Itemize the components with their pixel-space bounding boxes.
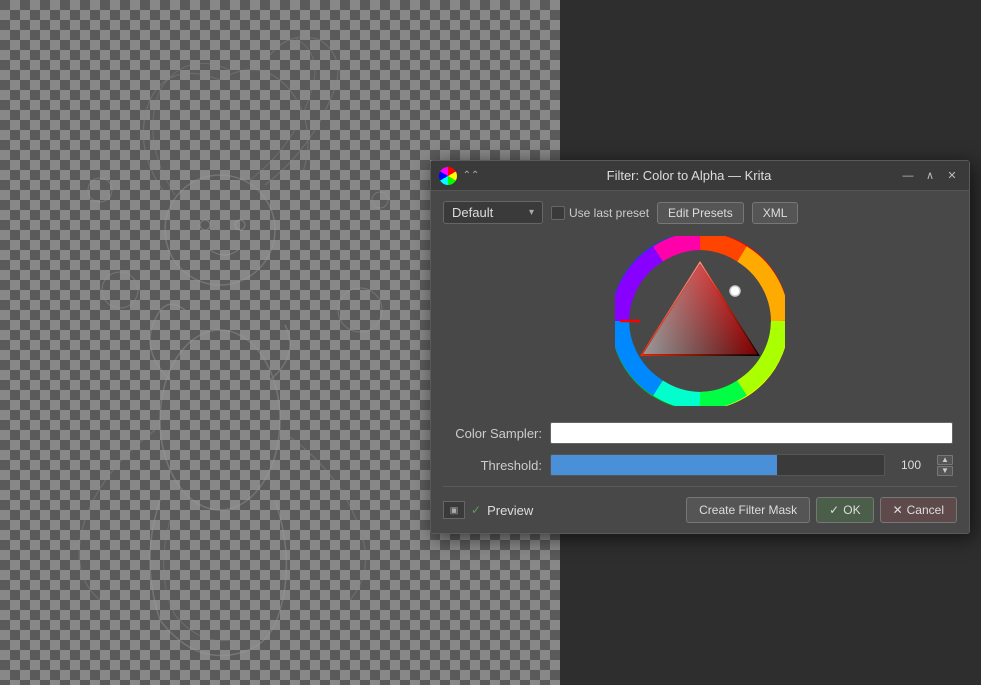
maximize-button[interactable]: ∧ — [921, 167, 939, 185]
edit-presets-button[interactable]: Edit Presets — [657, 202, 744, 224]
minimize-button[interactable]: — — [899, 167, 917, 185]
bottom-row: ▣ ✓ Preview Create Filter Mask ✓ OK ✕ Ca… — [443, 486, 957, 523]
dialog-body: Default ▾ Use last preset Edit Presets X… — [431, 191, 969, 533]
preview-checkmark: ✓ — [471, 503, 481, 517]
color-selector-dot[interactable] — [730, 286, 740, 296]
cancel-icon: ✕ — [893, 503, 903, 517]
ok-icon: ✓ — [829, 503, 839, 517]
use-last-preset-checkbox[interactable] — [551, 206, 565, 220]
controls-area: Color Sampler: Threshold: 100 ▲ ▼ — [443, 422, 957, 476]
threshold-bar-fill — [551, 455, 777, 475]
window-controls: — ∧ ✕ — [899, 167, 961, 185]
dialog-titlebar: ⌃⌃ Filter: Color to Alpha — Krita — ∧ ✕ — [431, 161, 969, 191]
dialog-title: Filter: Color to Alpha — Krita — [479, 168, 899, 183]
threshold-spinners: ▲ ▼ — [937, 455, 953, 476]
xml-button[interactable]: XML — [752, 202, 799, 224]
threshold-down-button[interactable]: ▼ — [937, 466, 953, 476]
color-sampler-label: Color Sampler: — [447, 426, 542, 441]
preview-icon[interactable]: ▣ — [443, 501, 465, 519]
color-wheel-wrapper[interactable] — [615, 236, 785, 406]
title-left: ⌃⌃ — [439, 167, 479, 185]
preset-dropdown[interactable]: Default ▾ — [443, 201, 543, 224]
color-wheel-container — [443, 236, 957, 406]
filter-dialog: ⌃⌃ Filter: Color to Alpha — Krita — ∧ ✕ … — [430, 160, 970, 534]
action-buttons: Create Filter Mask ✓ OK ✕ Cancel — [686, 497, 957, 523]
threshold-row: Threshold: 100 ▲ ▼ — [447, 454, 953, 476]
threshold-up-button[interactable]: ▲ — [937, 455, 953, 465]
preview-section: ▣ ✓ Preview — [443, 501, 533, 519]
use-last-preset-label[interactable]: Use last preset — [551, 206, 649, 220]
toolbar-row: Default ▾ Use last preset Edit Presets X… — [443, 201, 957, 224]
krita-logo — [439, 167, 457, 185]
color-wheel-svg[interactable] — [615, 236, 785, 406]
preset-label: Default — [452, 205, 493, 220]
close-button[interactable]: ✕ — [943, 167, 961, 185]
color-sampler-row: Color Sampler: — [447, 422, 953, 444]
create-filter-mask-button[interactable]: Create Filter Mask — [686, 497, 810, 523]
preview-label[interactable]: Preview — [487, 503, 533, 518]
cancel-label: Cancel — [907, 503, 944, 517]
use-last-preset-text: Use last preset — [569, 206, 649, 220]
ok-button[interactable]: ✓ OK — [816, 497, 873, 523]
color-sampler-bar[interactable] — [550, 422, 953, 444]
threshold-label: Threshold: — [447, 458, 542, 473]
threshold-container: 100 ▲ ▼ — [550, 454, 953, 476]
cancel-button[interactable]: ✕ Cancel — [880, 497, 957, 523]
dropdown-arrow: ▾ — [529, 207, 534, 218]
ok-label: OK — [843, 503, 860, 517]
threshold-value: 100 — [891, 458, 931, 472]
threshold-bar[interactable] — [550, 454, 885, 476]
collapse-button[interactable]: ⌃⌃ — [463, 168, 479, 184]
